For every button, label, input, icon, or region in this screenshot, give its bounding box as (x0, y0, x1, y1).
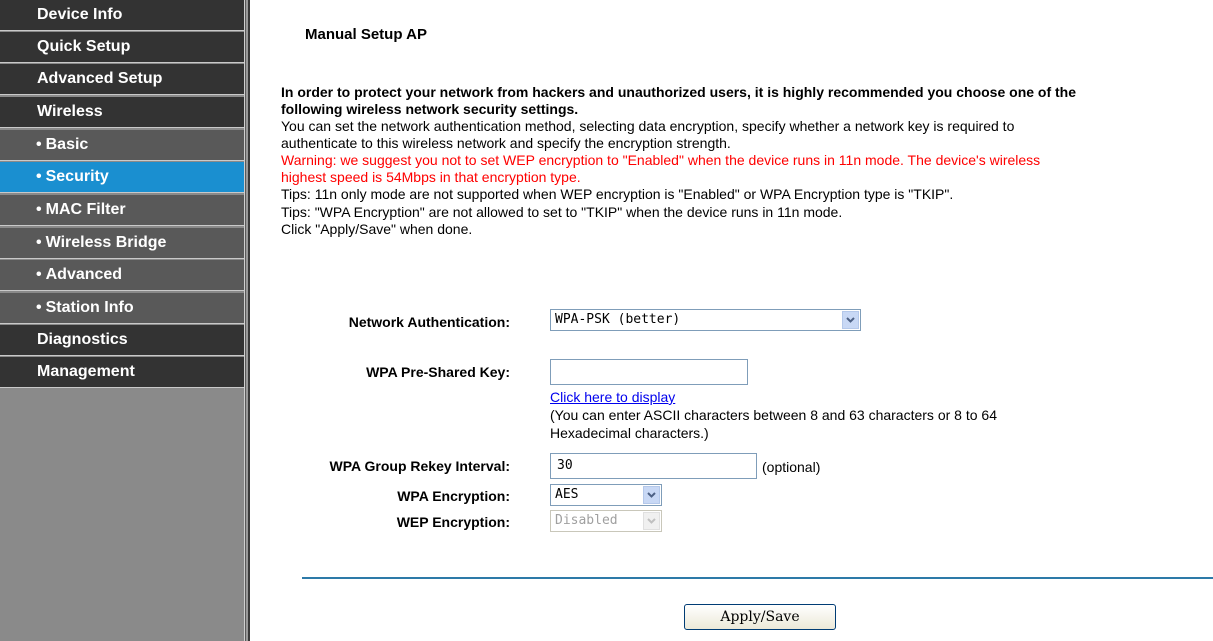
nav-label: Station Info (45, 299, 134, 316)
nav-wireless-station-info[interactable]: • Station Info (0, 293, 244, 324)
bullet-icon: • (36, 136, 42, 153)
nav-wireless-basic[interactable]: • Basic (0, 130, 244, 161)
chevron-down-icon (643, 486, 660, 504)
display-key-link[interactable]: Click here to display (550, 389, 675, 405)
nav-label: Basic (45, 136, 89, 153)
chevron-down-icon (842, 311, 859, 329)
apply-save-button[interactable]: Apply/Save (684, 604, 836, 630)
psk-hint-line-1: (You can enter ASCII characters between … (550, 407, 997, 423)
nav-label: Diagnostics (37, 331, 128, 348)
nav-label: Advanced (45, 266, 123, 283)
nav-wireless-bridge[interactable]: • Wireless Bridge (0, 228, 244, 259)
nav-label: Device Info (37, 6, 123, 23)
tip-line-1: Tips: 11n only mode are not supported wh… (281, 186, 954, 202)
nav-label: Wireless Bridge (45, 234, 167, 251)
network-auth-value: WPA-PSK (better) (555, 312, 681, 327)
bullet-icon: • (36, 168, 42, 185)
nav-label: MAC Filter (45, 201, 126, 218)
rekey-input[interactable]: 30 (550, 453, 757, 479)
intro-line-2: authenticate to this wireless network an… (281, 135, 731, 151)
nav-quick-setup[interactable]: Quick Setup (0, 32, 244, 63)
wpa-encryption-select[interactable]: AES (550, 484, 662, 506)
bullet-icon: • (36, 201, 42, 218)
bullet-icon: • (36, 234, 42, 251)
nav-label: Management (37, 363, 135, 380)
wpa-encryption-label: WPA Encryption: (397, 488, 510, 504)
chevron-down-icon (643, 512, 660, 530)
nav-device-info[interactable]: Device Info (0, 0, 244, 31)
nav-label: Quick Setup (37, 38, 131, 55)
rekey-value: 30 (557, 458, 573, 473)
nav-label: Security (45, 168, 109, 185)
wpa-encryption-value: AES (555, 487, 579, 502)
rekey-label: WPA Group Rekey Interval: (329, 458, 510, 474)
done-hint: Click "Apply/Save" when done. (281, 221, 473, 237)
bullet-icon: • (36, 299, 42, 316)
warning-line-1: Warning: we suggest you not to set WEP e… (281, 152, 1041, 168)
nav-diagnostics[interactable]: Diagnostics (0, 325, 244, 356)
rekey-optional-text: (optional) (762, 459, 821, 475)
network-auth-label: Network Authentication: (348, 314, 510, 330)
intro-line-1: You can set the network authentication m… (281, 118, 1015, 134)
tip-line-2: Tips: "WPA Encryption" are not allowed t… (281, 204, 843, 220)
nav-wireless-security[interactable]: • Security (0, 162, 244, 193)
network-auth-select[interactable]: WPA-PSK (better) (550, 309, 861, 331)
nav-label: Advanced Setup (37, 70, 163, 87)
nav-wireless-mac-filter[interactable]: • MAC Filter (0, 195, 244, 226)
nav-management[interactable]: Management (0, 357, 244, 388)
nav-label: Wireless (37, 103, 103, 120)
nav-wireless-advanced[interactable]: • Advanced (0, 260, 244, 291)
warning-line-2: highest speed is 54Mbps in that encrypti… (281, 169, 581, 185)
nav-wireless[interactable]: Wireless (0, 97, 244, 128)
psk-input[interactable] (550, 359, 748, 385)
nav-advanced-setup[interactable]: Advanced Setup (0, 64, 244, 95)
wep-encryption-select: Disabled (550, 510, 662, 532)
wep-encryption-value: Disabled (555, 513, 618, 528)
section-divider (302, 577, 1213, 579)
bullet-icon: • (36, 266, 42, 283)
wep-encryption-label: WEP Encryption: (396, 514, 510, 530)
page-title: Manual Setup AP (305, 26, 427, 43)
psk-label: WPA Pre-Shared Key: (366, 364, 510, 380)
sidebar: Device Info Quick Setup Advanced Setup W… (0, 0, 244, 641)
intro-bold-line-1: In order to protect your network from ha… (281, 84, 1077, 100)
psk-hint-line-2: Hexadecimal characters.) (550, 425, 709, 441)
main-content: Manual Setup AP In order to protect your… (250, 0, 1213, 641)
intro-bold-line-2: following wireless network security sett… (281, 101, 579, 117)
